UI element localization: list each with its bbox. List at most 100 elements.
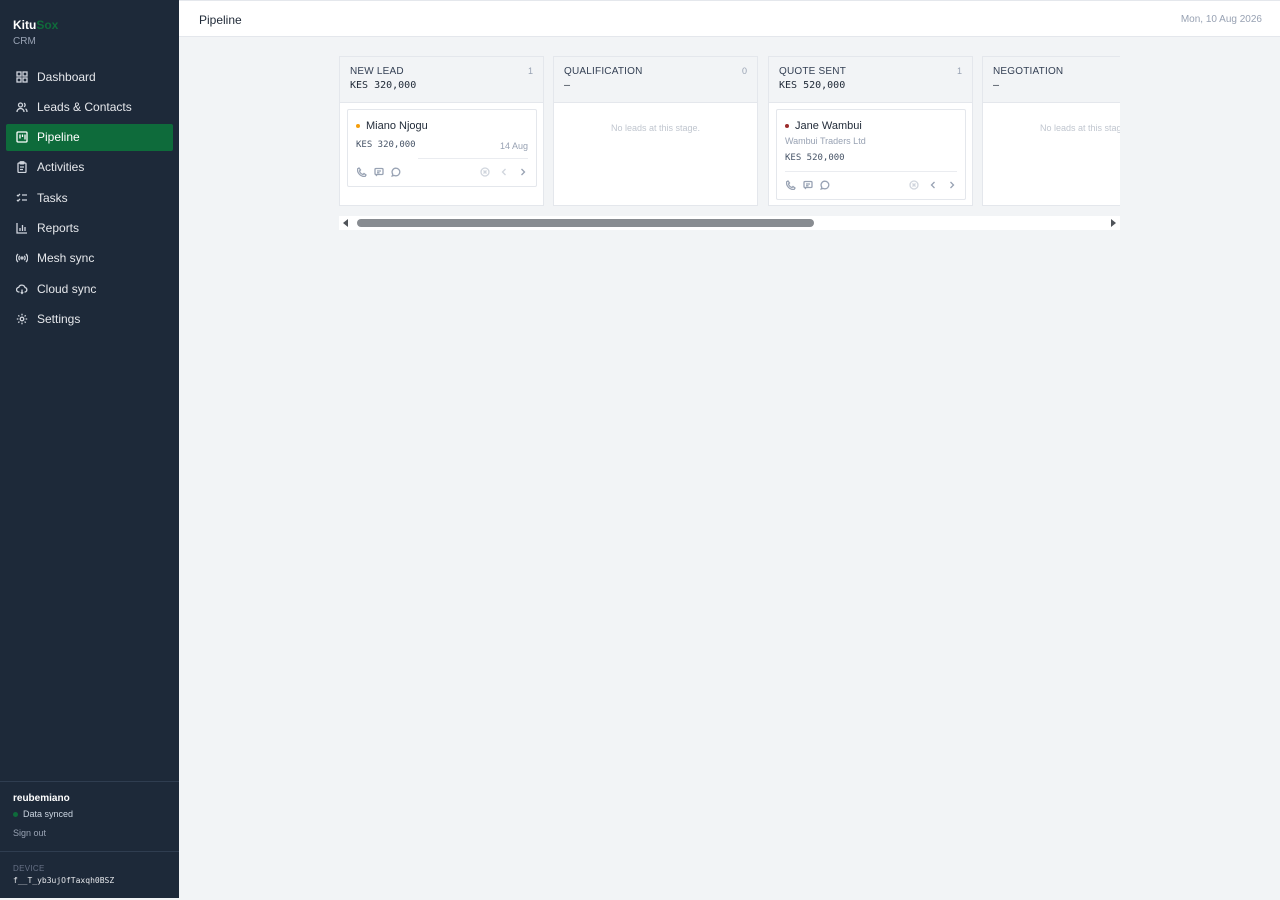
user-name: reubemiano	[13, 793, 70, 804]
column-header: QUOTE SENT 1 KES 520,000	[769, 57, 972, 103]
board-horizontal-scrollbar[interactable]	[339, 216, 1120, 230]
pipeline-column-qualification: QUALIFICATION 0 – No leads at this stage…	[553, 56, 758, 206]
sync-status-label: Data synced	[23, 809, 74, 819]
sidebar-item-label: Dashboard	[37, 69, 96, 84]
card-actions	[785, 179, 830, 190]
sidebar-item-label: Reports	[37, 220, 80, 235]
lead-name: Jane Wambui	[785, 120, 862, 132]
chevron-left-icon	[498, 166, 509, 177]
grid-icon	[16, 70, 28, 83]
column-total: –	[564, 80, 571, 91]
phone-icon[interactable]	[356, 166, 367, 177]
empty-state: No leads at this stage.	[1039, 123, 1120, 133]
pipeline-column-quote-sent: QUOTE SENT 1 KES 520,000 Jane Wambui Wam…	[768, 56, 973, 206]
chevron-right-icon[interactable]	[517, 166, 528, 177]
column-total: KES 320,000	[350, 80, 417, 91]
sidebar-item-settings[interactable]: Settings	[6, 305, 173, 332]
sidebar-item-label: Pipeline	[37, 130, 80, 145]
sidebar-item-tasks[interactable]: Tasks	[6, 184, 173, 211]
lead-card[interactable]: Miano Njogu KES 320,000 14 Aug	[347, 109, 537, 187]
sidebar-item-label: Activities	[37, 160, 85, 175]
sidebar-divider	[0, 781, 179, 782]
column-name: QUALIFICATION	[564, 66, 643, 77]
header-date: Mon, 10 Aug 2026	[1180, 14, 1262, 25]
lead-card[interactable]: Jane Wambui Wambui Traders Ltd KES 520,0…	[776, 109, 966, 200]
bar-chart-icon	[16, 222, 28, 234]
lead-name: Miano Njogu	[356, 120, 428, 132]
clipboard-icon	[16, 161, 28, 174]
lead-amount: KES 320,000	[356, 140, 416, 150]
sync-status: Data synced	[13, 809, 73, 819]
sidebar-item-leads-contacts[interactable]: Leads & Contacts	[6, 93, 173, 120]
column-header: QUALIFICATION 0 –	[554, 57, 757, 103]
chat-icon[interactable]	[819, 179, 830, 190]
column-count: 0	[741, 66, 747, 76]
card-divider	[418, 158, 528, 159]
card-navigation	[908, 179, 957, 190]
card-navigation	[479, 166, 528, 177]
status-dot-icon	[13, 811, 18, 817]
scroll-left-arrow-icon[interactable]	[341, 218, 351, 228]
lead-name-text: Miano Njogu	[366, 120, 428, 132]
kanban-icon	[16, 131, 28, 143]
pipeline-board: NEW LEAD 1 KES 320,000 Miano Njogu KES 3…	[339, 56, 1120, 206]
top-header: Pipeline Mon, 10 Aug 2026	[179, 0, 1280, 37]
sidebar-nav: Dashboard Leads & Contacts Pipeline Acti…	[6, 63, 173, 336]
close-circle-icon[interactable]	[908, 179, 919, 190]
chat-icon[interactable]	[390, 166, 401, 177]
brand-accent: Sox	[36, 18, 59, 32]
sidebar-item-mesh-sync[interactable]: Mesh sync	[6, 245, 173, 272]
pipeline-column-new-lead: NEW LEAD 1 KES 320,000 Miano Njogu KES 3…	[339, 56, 544, 206]
column-header: NEGOTIATION –	[983, 57, 1120, 103]
column-name: NEGOTIATION	[993, 66, 1064, 77]
scroll-thumb[interactable]	[357, 219, 814, 227]
sidebar-item-label: Cloud sync	[37, 281, 97, 296]
sidebar: KituSox CRM Dashboard Leads & Contacts P…	[0, 0, 179, 898]
lead-date: 14 Aug	[499, 141, 528, 151]
column-header: NEW LEAD 1 KES 320,000	[340, 57, 543, 103]
sidebar-item-label: Leads & Contacts	[37, 99, 132, 114]
sidebar-item-dashboard[interactable]: Dashboard	[6, 63, 173, 90]
lead-company: Wambui Traders Ltd	[785, 136, 866, 146]
column-count: 1	[527, 66, 533, 76]
sidebar-item-activities[interactable]: Activities	[6, 154, 173, 181]
scroll-right-arrow-icon[interactable]	[1108, 218, 1118, 228]
sidebar-item-label: Mesh sync	[37, 251, 95, 266]
checklist-icon	[16, 192, 28, 204]
column-name: QUOTE SENT	[779, 66, 847, 77]
phone-icon[interactable]	[785, 179, 796, 190]
close-circle-icon[interactable]	[479, 166, 490, 177]
radio-icon	[16, 252, 28, 264]
page-title: Pipeline	[199, 13, 242, 27]
card-divider	[785, 171, 957, 172]
column-count: 1	[956, 66, 962, 76]
chevron-left-icon[interactable]	[927, 179, 938, 190]
sidebar-item-pipeline[interactable]: Pipeline	[6, 123, 173, 151]
sidebar-item-reports[interactable]: Reports	[6, 214, 173, 241]
priority-dot-icon	[356, 124, 360, 128]
brand-main: Kitu	[13, 18, 37, 32]
device-label: DEVICE	[13, 864, 45, 873]
scroll-track[interactable]	[353, 218, 1106, 228]
sidebar-item-label: Settings	[37, 311, 81, 326]
lead-name-text: Jane Wambui	[795, 120, 862, 132]
chevron-right-icon[interactable]	[946, 179, 957, 190]
priority-dot-icon	[785, 124, 789, 128]
empty-state: No leads at this stage.	[610, 123, 701, 133]
brand-logo: KituSox	[13, 18, 58, 32]
brand-subtitle: CRM	[13, 36, 36, 47]
sms-icon[interactable]	[373, 166, 384, 177]
sign-out-link[interactable]: Sign out	[13, 828, 46, 838]
pipeline-column-negotiation: NEGOTIATION – No leads at this stage.	[982, 56, 1120, 206]
device-id: f__T_yb3ujOfTaxqh0BSZ	[13, 876, 115, 885]
cloud-sync-icon	[16, 283, 28, 295]
column-total: KES 520,000	[779, 80, 846, 91]
gear-icon	[16, 313, 28, 325]
sms-icon[interactable]	[802, 179, 813, 190]
lead-amount: KES 520,000	[785, 153, 845, 163]
sidebar-divider	[0, 851, 179, 852]
column-total: –	[993, 80, 1000, 91]
users-icon	[16, 101, 28, 113]
column-name: NEW LEAD	[350, 66, 404, 77]
sidebar-item-cloud-sync[interactable]: Cloud sync	[6, 275, 173, 302]
